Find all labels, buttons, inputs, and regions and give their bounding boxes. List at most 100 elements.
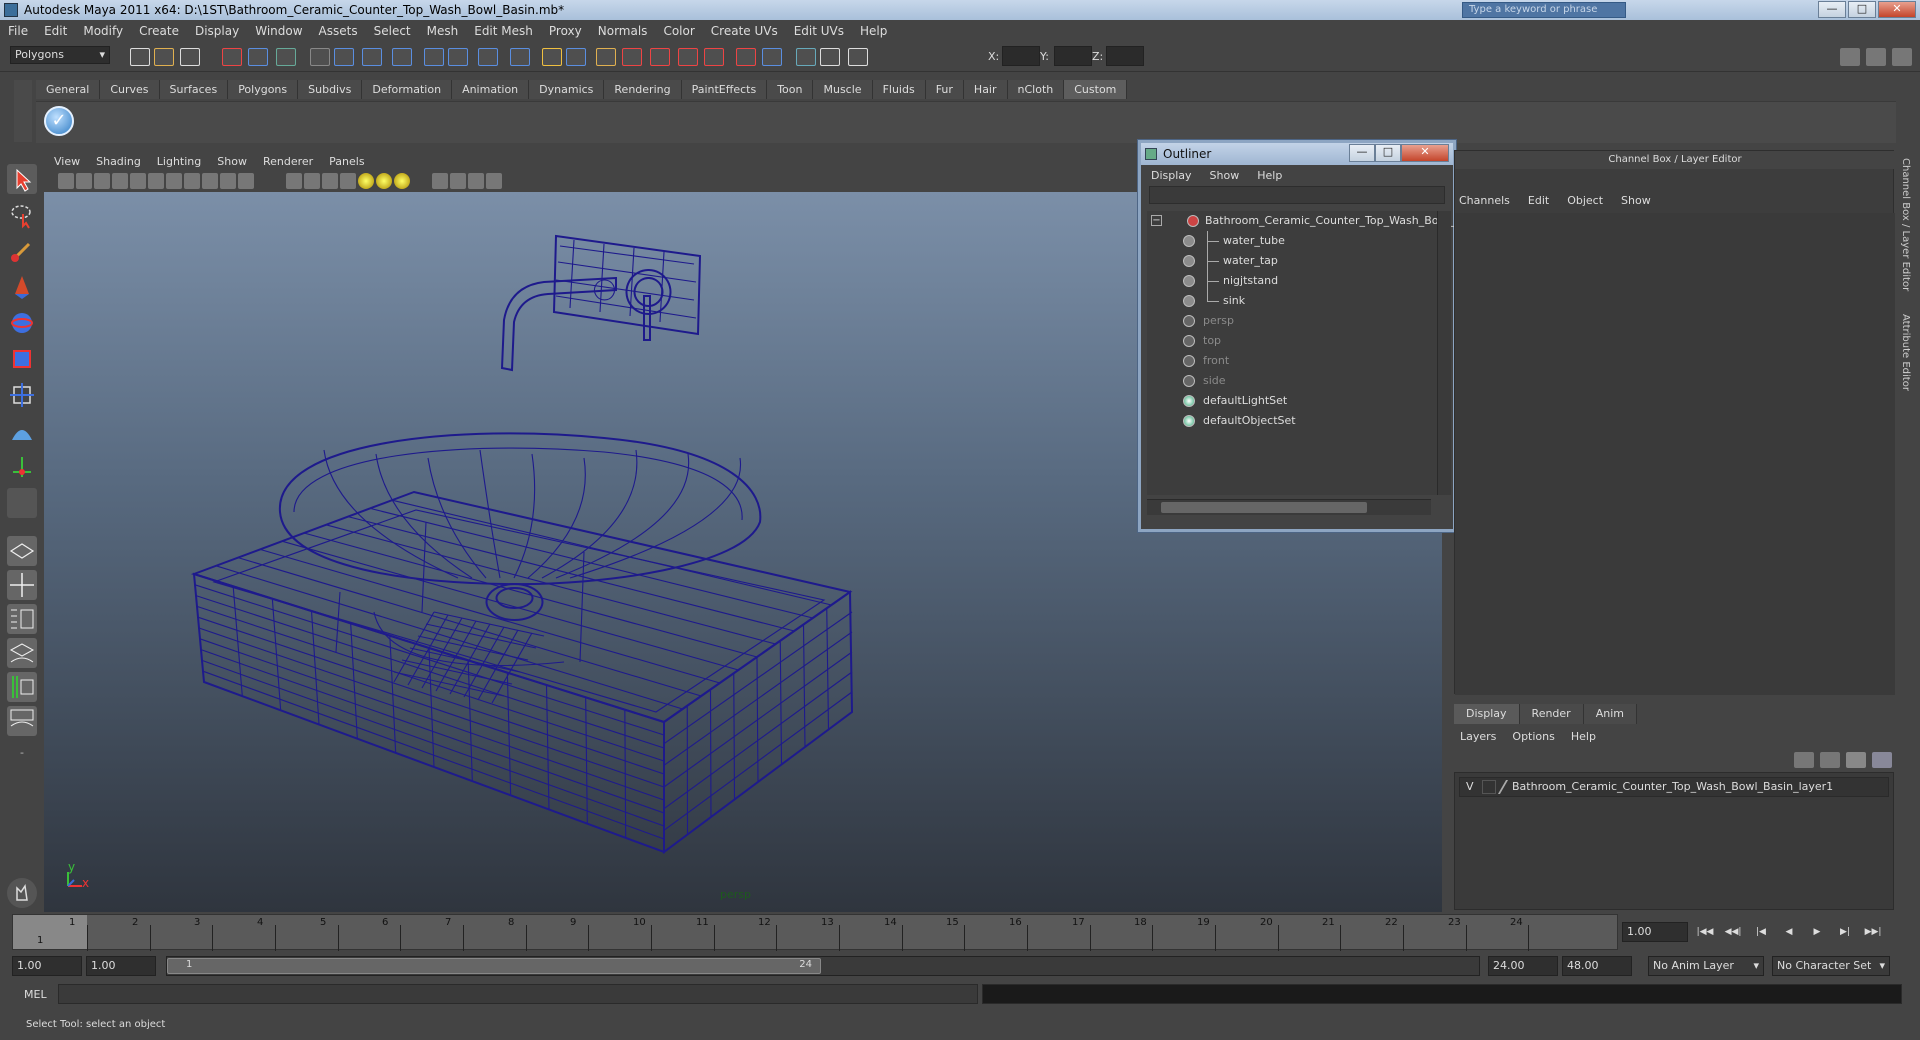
minimize-button[interactable]: — [1818, 1, 1846, 18]
single-pane-layout-icon[interactable] [7, 536, 37, 566]
open-scene-icon[interactable] [154, 48, 174, 66]
y-coord-field[interactable] [1054, 46, 1092, 66]
snap-plane-icon[interactable] [424, 48, 444, 66]
start-time-field[interactable]: 1.00 [12, 956, 82, 976]
side-tab-attribute-editor[interactable]: Attribute Editor [1900, 314, 1911, 391]
playback-end-field[interactable]: 24.00 [1488, 956, 1558, 976]
layer-tab-display[interactable]: Display [1454, 704, 1520, 724]
outliner-item-root[interactable]: Bathroom_Ceramic_Counter_Top_Wash_Bowl_B… [1147, 211, 1486, 231]
layer-tab-render[interactable]: Render [1519, 704, 1584, 724]
shelf-tab-hair[interactable]: Hair [963, 80, 1008, 99]
new-layer-icon[interactable] [1794, 752, 1814, 768]
viewport-menu-renderer[interactable]: Renderer [263, 155, 313, 168]
lasso-tool-icon[interactable] [7, 200, 37, 230]
menu-create[interactable]: Create [139, 24, 179, 38]
layer-from-selection-icon[interactable] [1872, 752, 1892, 768]
outliner-item-defaultlightset[interactable]: defaultLightSet [1147, 391, 1437, 411]
four-pane-layout-icon[interactable] [7, 570, 37, 600]
snap-live-icon[interactable] [448, 48, 468, 66]
current-time-field[interactable]: 1.00 [1622, 922, 1688, 942]
shelf-tab-toon[interactable]: Toon [767, 80, 814, 99]
ttbar-icon[interactable] [820, 48, 840, 66]
textured-icon[interactable] [340, 173, 356, 189]
menu-normals[interactable]: Normals [598, 24, 648, 38]
channel-box-body[interactable] [1455, 213, 1895, 695]
viewport-menu-shading[interactable]: Shading [96, 155, 141, 168]
viewport-menu-show[interactable]: Show [217, 155, 247, 168]
layer-menu-help[interactable]: Help [1571, 730, 1596, 743]
outliner-menu-show[interactable]: Show [1210, 169, 1240, 182]
xray-joints-icon[interactable] [468, 173, 484, 189]
viewport-menu-panels[interactable]: Panels [329, 155, 364, 168]
character-set-select[interactable]: No Character Set ▾ [1772, 956, 1890, 976]
default-light-icon[interactable] [358, 173, 374, 189]
snap-grid-icon[interactable] [334, 48, 354, 66]
render-view-icon[interactable] [650, 48, 670, 66]
shelf-tab-ncloth[interactable]: nCloth [1007, 80, 1065, 99]
tool-settings-icon[interactable] [1892, 48, 1912, 66]
wireframe-icon[interactable] [286, 173, 302, 189]
shelf-tab-muscle[interactable]: Muscle [813, 80, 873, 99]
shelf-tab-subdivs[interactable]: Subdivs [298, 80, 363, 99]
go-to-end-icon[interactable]: ▶▶| [1862, 922, 1884, 942]
layer-menu-options[interactable]: Options [1512, 730, 1554, 743]
hypershade-layout-icon[interactable] [7, 672, 37, 702]
shelf-tab-fluids[interactable]: Fluids [872, 80, 926, 99]
rotate-tool-icon[interactable] [7, 308, 37, 338]
select-component-icon[interactable] [276, 48, 296, 66]
outliner-item-sink[interactable]: sink [1147, 291, 1437, 311]
hud-icon[interactable] [486, 173, 502, 189]
channel-box-toggle-icon[interactable] [1866, 48, 1886, 66]
soft-mod-tool-icon[interactable] [7, 416, 37, 446]
channel-box-menu-channels[interactable]: Channels [1459, 194, 1510, 207]
camera-attributes-icon[interactable] [76, 173, 92, 189]
menu-edit-mesh[interactable]: Edit Mesh [474, 24, 533, 38]
resolution-gate-icon[interactable] [166, 173, 182, 189]
field-chart-icon[interactable] [202, 173, 218, 189]
hypershade-icon[interactable] [736, 48, 756, 66]
side-tab-channel-box[interactable]: Channel Box / Layer Editor [1900, 158, 1911, 291]
move-tool-icon[interactable] [7, 272, 37, 302]
menu-mesh[interactable]: Mesh [427, 24, 459, 38]
new-layer-selected-icon[interactable] [1820, 752, 1840, 768]
playback-start-field[interactable]: 1.00 [86, 956, 156, 976]
all-lights-icon[interactable] [376, 173, 392, 189]
grid-icon[interactable] [130, 173, 146, 189]
select-hierarchy-icon[interactable] [222, 48, 242, 66]
render-region-icon[interactable] [622, 48, 642, 66]
outliner-item-persp[interactable]: persp [1147, 311, 1437, 331]
outliner-item-nigjtstand[interactable]: nigjtstand [1147, 271, 1437, 291]
new-scene-icon[interactable] [130, 48, 150, 66]
outliner-persp-layout-icon[interactable] [7, 604, 37, 634]
outliner-filter-input[interactable] [1149, 186, 1445, 204]
shadows-icon[interactable] [394, 173, 410, 189]
current-frame-marker[interactable]: 1 [13, 915, 87, 949]
step-back-key-icon[interactable]: ◀◀| [1722, 922, 1744, 942]
menu-proxy[interactable]: Proxy [549, 24, 582, 38]
step-forward-frame-icon[interactable]: ▶| [1834, 922, 1856, 942]
ik-icon[interactable] [762, 48, 782, 66]
shelf-tab-fur[interactable]: Fur [925, 80, 964, 99]
empty-layer-icon[interactable] [1846, 752, 1866, 768]
go-to-start-icon[interactable]: |◀◀ [1694, 922, 1716, 942]
viewport-menu-lighting[interactable]: Lighting [157, 155, 201, 168]
outliner-close-button[interactable]: ✕ [1401, 144, 1449, 162]
x-coord-field[interactable] [1002, 46, 1040, 66]
universal-manipulator-icon[interactable] [7, 380, 37, 410]
outliner-item-water-tap[interactable]: water_tap [1147, 251, 1437, 271]
outliner-horizontal-scrollbar[interactable] [1147, 499, 1431, 515]
ipr-icon[interactable] [678, 48, 698, 66]
shelf-menu-handle[interactable] [14, 80, 32, 142]
outliner-item-defaultobjectset[interactable]: defaultObjectSet [1147, 411, 1437, 431]
image-plane-icon[interactable] [112, 173, 128, 189]
play-forwards-icon[interactable]: ▶ [1806, 922, 1828, 942]
isolate-select-icon[interactable] [432, 173, 448, 189]
layer-color-swatch[interactable] [1497, 780, 1509, 794]
display-layer-row[interactable]: V Bathroom_Ceramic_Counter_Top_Wash_Bowl… [1459, 777, 1889, 797]
selection-mask-icon[interactable] [310, 48, 330, 66]
last-tool-icon[interactable] [7, 488, 37, 518]
viewport-menu-view[interactable]: View [54, 155, 80, 168]
time-slider[interactable]: 1 1 2 3 4 5 6 7 8 9 10 11 12 13 14 15 16 17 18 19 20 21 22 23 2… [12, 914, 1618, 951]
layer-visibility-toggle[interactable]: V [1466, 778, 1474, 796]
menu-edit-uvs[interactable]: Edit UVs [794, 24, 844, 38]
